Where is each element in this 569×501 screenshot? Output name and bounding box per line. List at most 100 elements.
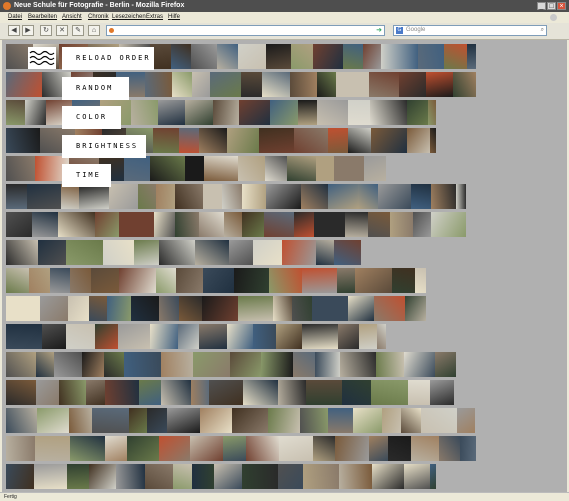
color-button[interactable]: COLOR: [62, 106, 121, 129]
address-bar[interactable]: ➜: [106, 25, 385, 36]
photo-thumbnail[interactable]: [262, 72, 290, 97]
photo-thumbnail[interactable]: [92, 408, 129, 433]
search-bar[interactable]: G Google ⌕: [393, 25, 547, 36]
photo-thumbnail[interactable]: [6, 352, 36, 377]
photo-thumbnail[interactable]: [369, 72, 399, 97]
photo-thumbnail[interactable]: [6, 268, 29, 293]
photo-thumbnail[interactable]: [312, 296, 348, 321]
photo-thumbnail[interactable]: [190, 436, 223, 461]
photo-thumbnail[interactable]: [131, 296, 159, 321]
photo-thumbnail[interactable]: [241, 72, 262, 97]
photo-thumbnail[interactable]: [316, 156, 334, 181]
reload-button[interactable]: ↻: [40, 25, 52, 36]
photo-thumbnail[interactable]: [404, 464, 430, 489]
photo-thumbnail[interactable]: [150, 324, 178, 349]
photo-thumbnail[interactable]: [82, 352, 104, 377]
photo-thumbnail[interactable]: [202, 296, 238, 321]
photo-thumbnail[interactable]: [315, 352, 340, 377]
photo-thumbnail[interactable]: [6, 100, 25, 125]
maximize-button[interactable]: □: [547, 2, 556, 10]
photo-thumbnail[interactable]: [105, 436, 127, 461]
photo-thumbnail[interactable]: [278, 464, 303, 489]
photo-thumbnail[interactable]: [6, 380, 36, 405]
photo-thumbnail[interactable]: [363, 44, 381, 69]
photo-thumbnail[interactable]: [230, 352, 261, 377]
photo-thumbnail[interactable]: [421, 408, 457, 433]
menu-datei[interactable]: Datei: [8, 12, 22, 23]
photo-thumbnail[interactable]: [35, 436, 70, 461]
photo-thumbnail[interactable]: [382, 408, 401, 433]
photo-thumbnail[interactable]: [103, 240, 134, 265]
google-engine-icon[interactable]: G: [396, 27, 403, 34]
photo-thumbnail[interactable]: [159, 296, 179, 321]
photo-thumbnail[interactable]: [460, 436, 476, 461]
photo-thumbnail[interactable]: [6, 296, 40, 321]
photo-thumbnail[interactable]: [238, 44, 266, 69]
photo-thumbnail[interactable]: [430, 128, 436, 153]
photo-thumbnail[interactable]: [266, 44, 291, 69]
photo-thumbnail[interactable]: [69, 408, 92, 433]
photo-thumbnail[interactable]: [175, 212, 199, 237]
photo-thumbnail[interactable]: [6, 464, 34, 489]
photo-thumbnail[interactable]: [89, 464, 116, 489]
photo-thumbnail[interactable]: [338, 324, 359, 349]
photo-thumbnail[interactable]: [392, 268, 415, 293]
photo-thumbnail[interactable]: [6, 324, 42, 349]
photo-thumbnail[interactable]: [68, 296, 89, 321]
photo-thumbnail[interactable]: [147, 408, 167, 433]
photo-thumbnail[interactable]: [439, 436, 460, 461]
photo-thumbnail[interactable]: [70, 436, 105, 461]
photo-thumbnail[interactable]: [95, 324, 118, 349]
photo-thumbnail[interactable]: [276, 324, 302, 349]
photo-thumbnail[interactable]: [32, 212, 58, 237]
photo-thumbnail[interactable]: [178, 324, 199, 349]
photo-thumbnail[interactable]: [59, 380, 86, 405]
reload-order-button[interactable]: RELOAD ORDER: [62, 47, 154, 70]
photo-thumbnail[interactable]: [336, 72, 369, 97]
photo-thumbnail[interactable]: [399, 72, 426, 97]
menu-lesezeichen[interactable]: Lesezeichen: [112, 12, 146, 23]
photo-thumbnail[interactable]: [282, 240, 316, 265]
photo-thumbnail[interactable]: [302, 324, 338, 349]
photo-thumbnail[interactable]: [145, 464, 173, 489]
photo-thumbnail[interactable]: [199, 324, 227, 349]
photo-thumbnail[interactable]: [156, 268, 176, 293]
photo-thumbnail[interactable]: [42, 324, 66, 349]
photo-thumbnail[interactable]: [127, 436, 159, 461]
photo-thumbnail[interactable]: [179, 128, 199, 153]
photo-thumbnail[interactable]: [158, 100, 185, 125]
photo-thumbnail[interactable]: [107, 296, 131, 321]
photo-thumbnail[interactable]: [139, 380, 161, 405]
photo-thumbnail[interactable]: [430, 380, 454, 405]
photo-thumbnail[interactable]: [192, 464, 214, 489]
photo-thumbnail[interactable]: [224, 212, 242, 237]
photo-thumbnail[interactable]: [405, 296, 426, 321]
menu-extras[interactable]: Extras: [146, 12, 163, 23]
photo-thumbnail[interactable]: [456, 184, 466, 209]
photo-thumbnail[interactable]: [36, 380, 59, 405]
photo-thumbnail[interactable]: [145, 72, 172, 97]
photo-thumbnail[interactable]: [302, 268, 337, 293]
photo-thumbnail[interactable]: [313, 436, 335, 461]
photo-thumbnail[interactable]: [150, 156, 185, 181]
back-button[interactable]: ◀: [8, 25, 20, 36]
photo-thumbnail[interactable]: [66, 240, 103, 265]
photo-thumbnail[interactable]: [242, 464, 278, 489]
photo-thumbnail[interactable]: [66, 324, 95, 349]
photo-thumbnail[interactable]: [213, 100, 239, 125]
menu-hilfe[interactable]: Hilfe: [168, 12, 180, 23]
photo-thumbnail[interactable]: [138, 184, 156, 209]
photo-thumbnail[interactable]: [6, 240, 38, 265]
photo-thumbnail[interactable]: [328, 128, 348, 153]
photo-thumbnail[interactable]: [232, 408, 268, 433]
photo-thumbnail[interactable]: [209, 380, 243, 405]
home-button[interactable]: ⌂: [88, 25, 100, 36]
photo-thumbnail[interactable]: [431, 184, 456, 209]
photo-thumbnail[interactable]: [89, 296, 107, 321]
close-button[interactable]: ×: [557, 2, 566, 10]
photo-thumbnail[interactable]: [313, 44, 343, 69]
menu-chronik[interactable]: Chronik: [88, 12, 109, 23]
photo-thumbnail[interactable]: [6, 212, 32, 237]
photo-thumbnail[interactable]: [407, 100, 428, 125]
photo-thumbnail[interactable]: [278, 380, 306, 405]
